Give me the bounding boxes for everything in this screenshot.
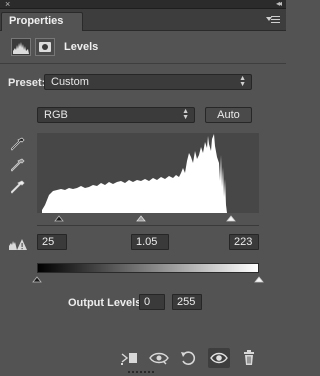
- view-previous-state-icon[interactable]: [148, 348, 170, 368]
- gamma-input-handle: [136, 215, 146, 222]
- window-titlebar: × ◂◂: [0, 0, 286, 9]
- black-point-eyedropper-icon[interactable]: [10, 137, 25, 151]
- histogram-graph: [42, 134, 227, 213]
- preset-select[interactable]: Custom ▲ ▼: [44, 74, 252, 90]
- divider: [0, 63, 286, 64]
- input-black-field[interactable]: 25: [37, 234, 67, 250]
- output-levels-label: Output Levels:: [68, 297, 146, 309]
- output-gradient-bar: [37, 263, 259, 273]
- input-levels-slider[interactable]: [37, 213, 259, 225]
- dropdown-arrows-icon: ▲ ▼: [182, 108, 189, 121]
- input-slider-track: [37, 225, 259, 226]
- panel-footer: [0, 346, 286, 370]
- histogram: [37, 133, 259, 213]
- output-levels-slider[interactable]: [30, 273, 266, 285]
- channel-select[interactable]: RGB ▲ ▼: [37, 107, 195, 123]
- preset-label: Preset:: [8, 77, 46, 89]
- layer-mask-icon[interactable]: [35, 38, 55, 56]
- adjustment-header: Levels: [0, 31, 286, 63]
- tab-properties[interactable]: Properties: [1, 12, 83, 31]
- channel-value: RGB: [44, 109, 68, 121]
- panel-menu-icon[interactable]: [266, 14, 280, 25]
- preset-value: Custom: [51, 76, 89, 88]
- panel-tab-row: Properties: [0, 9, 286, 31]
- clip-to-layer-icon[interactable]: [118, 348, 140, 368]
- white-point-eyedropper-icon[interactable]: [10, 180, 25, 194]
- white-output-handle: [254, 276, 264, 283]
- clipping-warning-icon[interactable]: [8, 237, 28, 251]
- delete-icon[interactable]: [238, 348, 260, 368]
- reset-icon[interactable]: [177, 348, 199, 368]
- input-white-field[interactable]: 223: [229, 234, 259, 250]
- input-gamma-field[interactable]: 1.05: [131, 234, 169, 250]
- output-white-field[interactable]: 255: [172, 294, 202, 310]
- levels-histogram-icon[interactable]: [11, 38, 31, 56]
- black-input-handle: [54, 215, 64, 222]
- adjustment-title: Levels: [64, 41, 99, 53]
- resize-grip[interactable]: [128, 371, 158, 374]
- gray-point-eyedropper-icon[interactable]: [10, 158, 25, 172]
- toggle-visibility-icon[interactable]: [208, 348, 230, 368]
- white-input-handle: [226, 215, 236, 222]
- auto-button[interactable]: Auto: [205, 107, 252, 123]
- black-output-handle: [32, 276, 42, 283]
- output-black-field[interactable]: 0: [139, 294, 165, 310]
- dropdown-arrows-icon: ▲ ▼: [239, 75, 246, 88]
